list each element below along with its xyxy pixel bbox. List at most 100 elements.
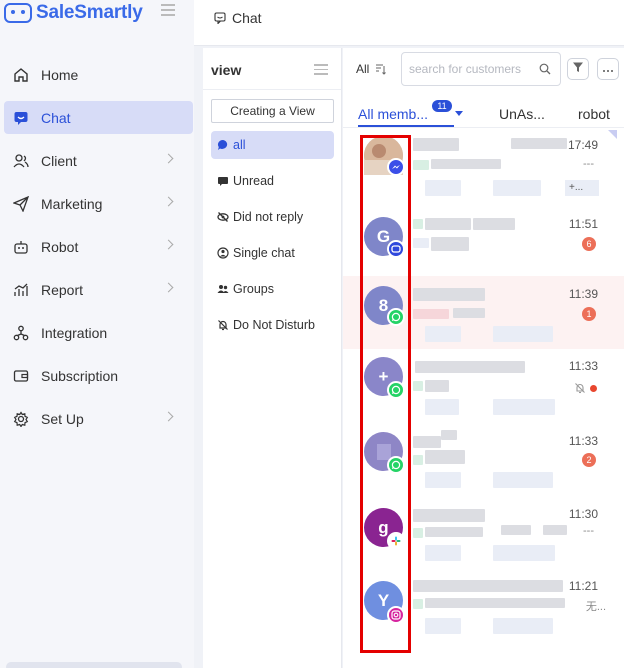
sort-icon[interactable] xyxy=(374,62,386,80)
create-view-button[interactable]: Creating a View xyxy=(211,99,334,123)
nav-label: Marketing xyxy=(41,195,103,212)
conversation-list-panel: All All memb... 11 UnAs... robot 17:49 xyxy=(343,48,624,668)
sidebar-footer[interactable] xyxy=(6,662,182,668)
label-chip-redacted xyxy=(493,180,541,196)
view-item-label: Single chat xyxy=(233,246,295,260)
redacted-text xyxy=(543,525,567,535)
contact-name-redacted xyxy=(425,218,471,230)
message-preview-redacted xyxy=(431,159,501,169)
label-chip-redacted xyxy=(425,618,461,634)
nav-item-robot[interactable]: Robot xyxy=(4,230,193,263)
contact-name-redacted xyxy=(413,580,563,592)
group-icon xyxy=(217,283,229,295)
home-icon xyxy=(13,67,29,83)
conversation-row[interactable]: 8 11:39 1 xyxy=(343,276,624,349)
tag-redacted xyxy=(413,238,429,248)
view-list: all Unread Did not reply Single chat Gro… xyxy=(211,131,334,347)
view-item-label: Do Not Disturb xyxy=(233,318,315,332)
preview-suffix: --- xyxy=(583,158,594,170)
more-labels-chip[interactable]: +... xyxy=(565,180,599,196)
redacted-text xyxy=(501,525,531,535)
tab-all-members[interactable]: All memb... xyxy=(358,106,428,122)
view-item-groups[interactable]: Groups xyxy=(211,275,334,303)
message-preview-redacted xyxy=(453,308,485,318)
view-item-do-not-disturb[interactable]: Do Not Disturb xyxy=(211,311,334,339)
robot-icon xyxy=(13,239,29,255)
search-input[interactable] xyxy=(401,52,561,86)
view-item-single-chat[interactable]: Single chat xyxy=(211,239,334,267)
wallet-icon xyxy=(13,368,29,384)
label-chip-redacted xyxy=(425,399,459,415)
active-tab-indicator xyxy=(358,125,454,127)
nav-item-home[interactable]: Home xyxy=(4,58,193,91)
app-logo[interactable]: SaleSmartly xyxy=(4,2,143,24)
unread-count-badge: 6 xyxy=(582,237,596,251)
message-icon xyxy=(217,175,229,187)
nav-item-subscription[interactable]: Subscription xyxy=(4,359,193,392)
nav-label: Chat xyxy=(41,109,71,126)
tag-redacted xyxy=(413,528,423,538)
app-name: SaleSmartly xyxy=(36,2,143,23)
conversation-row[interactable]: g 11:30 --- xyxy=(343,495,624,568)
nav-item-marketing[interactable]: Marketing xyxy=(4,187,193,220)
chevron-right-icon xyxy=(163,153,174,164)
filter-button[interactable] xyxy=(567,58,589,80)
tag-redacted xyxy=(413,219,423,229)
nav-item-set-up[interactable]: Set Up xyxy=(4,402,193,435)
chevron-right-icon xyxy=(163,239,174,250)
view-item-all[interactable]: all xyxy=(211,131,334,159)
conversation-row[interactable]: + 11:33 xyxy=(343,349,624,422)
collapse-sidebar-button[interactable] xyxy=(161,4,175,16)
last-message-time: 11:21 xyxy=(568,579,598,593)
nav-label: Report xyxy=(41,281,84,298)
conversation-row[interactable]: 17:49 --- +... xyxy=(343,130,624,203)
nav-item-chat[interactable]: Chat xyxy=(4,101,193,134)
list-corner-marker xyxy=(608,130,617,139)
tag-redacted xyxy=(413,160,429,170)
nav-item-integration[interactable]: Integration xyxy=(4,316,193,349)
nav-item-client[interactable]: Client xyxy=(4,144,193,177)
redacted-text xyxy=(473,218,515,230)
conversation-row[interactable]: Y 11:21 无... xyxy=(343,568,624,641)
slack-icon xyxy=(387,532,405,550)
view-panel: view Creating a View all Unread Did not … xyxy=(203,48,342,668)
more-options-button[interactable] xyxy=(597,58,619,80)
conversation-row[interactable]: 11:33 2 xyxy=(343,422,624,495)
last-message-time: 11:33 xyxy=(568,434,598,448)
main-nav: Home Chat Client Marketing Robot Report xyxy=(4,58,193,445)
conversation-row[interactable]: G 11:51 6 xyxy=(343,203,624,276)
caret-down-icon[interactable] xyxy=(455,111,463,116)
view-item-unread[interactable]: Unread xyxy=(211,167,334,195)
nav-item-report[interactable]: Report xyxy=(4,273,193,306)
label-chip-redacted xyxy=(425,545,461,561)
chat-channel-icon xyxy=(387,240,405,258)
label-chip-redacted xyxy=(425,472,461,488)
person-icon xyxy=(217,247,229,259)
sidebar: SaleSmartly Home Chat Client Marketing R… xyxy=(0,0,194,668)
bell-off-icon xyxy=(217,319,229,331)
view-item-label: all xyxy=(233,138,246,152)
gear-icon xyxy=(13,410,29,427)
top-header: Chat xyxy=(194,0,624,46)
muted-unread-dot xyxy=(590,385,597,392)
contact-name-redacted xyxy=(413,138,459,151)
nav-label: Subscription xyxy=(41,367,119,384)
chevron-right-icon xyxy=(163,196,174,207)
assignment-tabs: All memb... 11 UnAs... robot xyxy=(343,92,624,128)
view-item-label: Unread xyxy=(233,174,274,188)
label-chip-redacted xyxy=(425,326,461,342)
filter-all-label[interactable]: All xyxy=(356,62,369,76)
view-menu-icon[interactable] xyxy=(314,64,328,78)
whatsapp-icon xyxy=(387,381,405,399)
message-preview-redacted xyxy=(431,237,469,251)
view-item-did-not-reply[interactable]: Did not reply xyxy=(211,203,334,231)
view-panel-header: view xyxy=(203,48,341,90)
last-message-time: 11:30 xyxy=(568,507,598,521)
nav-label: Set Up xyxy=(41,410,84,427)
tab-unassigned[interactable]: UnAs... xyxy=(499,106,545,122)
preview-suffix: 无... xyxy=(585,601,606,613)
search-icon[interactable] xyxy=(539,62,551,80)
label-chip-redacted xyxy=(493,399,555,415)
nav-label: Integration xyxy=(41,324,108,341)
tab-robot[interactable]: robot xyxy=(578,106,610,122)
